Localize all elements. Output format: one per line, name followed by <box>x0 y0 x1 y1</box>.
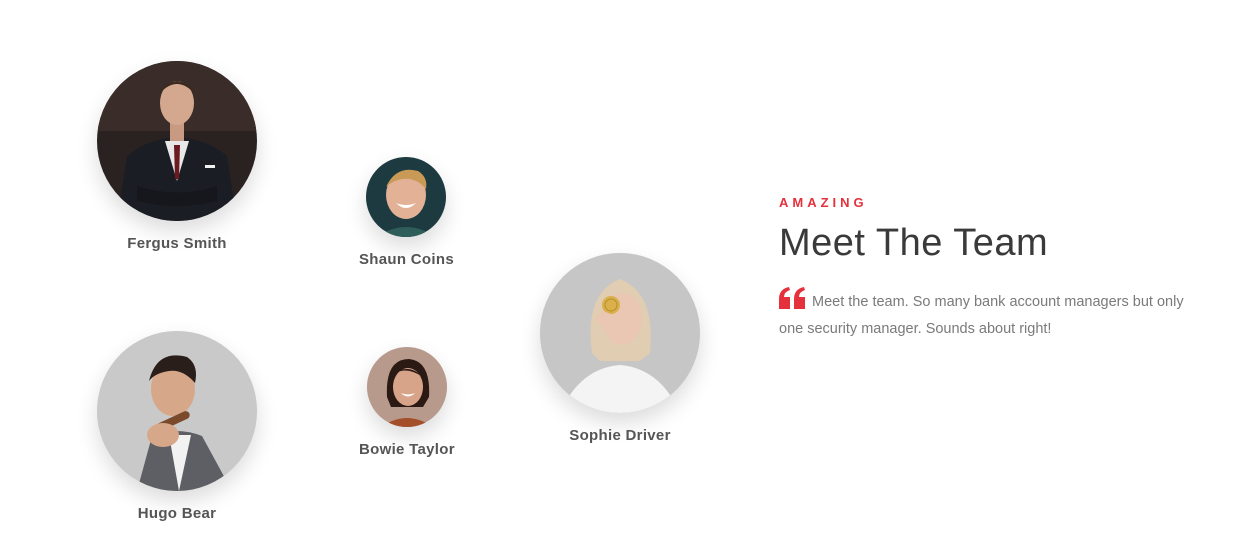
person-photo-icon <box>540 253 700 413</box>
section-heading: Meet The Team <box>779 222 1049 264</box>
person-photo-icon <box>366 347 447 427</box>
avatar[interactable] <box>366 157 447 237</box>
avatar[interactable] <box>540 253 700 413</box>
member-name: Fergus Smith <box>127 235 227 252</box>
section-eyebrow: AMAZING <box>779 195 868 210</box>
member-name: Shaun Coins <box>359 251 454 268</box>
member-name: Hugo Bear <box>137 505 217 522</box>
team-member-shaun-coins[interactable]: Shaun Coins <box>359 157 454 268</box>
person-photo-icon <box>97 61 257 221</box>
avatar[interactable] <box>366 347 447 427</box>
intro-quote: Meet the team. So many bank account mana… <box>779 287 1189 343</box>
team-intro: AMAZING Meet The Team Meet the team. So … <box>779 195 1199 343</box>
person-photo-icon <box>97 331 257 491</box>
quote-icon <box>779 287 805 309</box>
team-member-sophie-driver[interactable]: Sophie Driver <box>540 253 700 444</box>
member-name: Bowie Taylor <box>359 441 455 458</box>
intro-quote-text: Meet the team. So many bank account mana… <box>779 294 1184 337</box>
avatar[interactable] <box>97 331 257 491</box>
team-member-bowie-taylor[interactable]: Bowie Taylor <box>359 347 455 458</box>
person-photo-icon <box>366 157 447 237</box>
team-section: Fergus Smith Shaun Coins Hugo Bear Bowie… <box>0 0 1244 560</box>
team-member-hugo-bear[interactable]: Hugo Bear <box>97 331 257 522</box>
team-member-fergus-smith[interactable]: Fergus Smith <box>97 61 257 252</box>
member-name: Sophie Driver <box>569 427 671 444</box>
avatar[interactable] <box>97 61 257 221</box>
